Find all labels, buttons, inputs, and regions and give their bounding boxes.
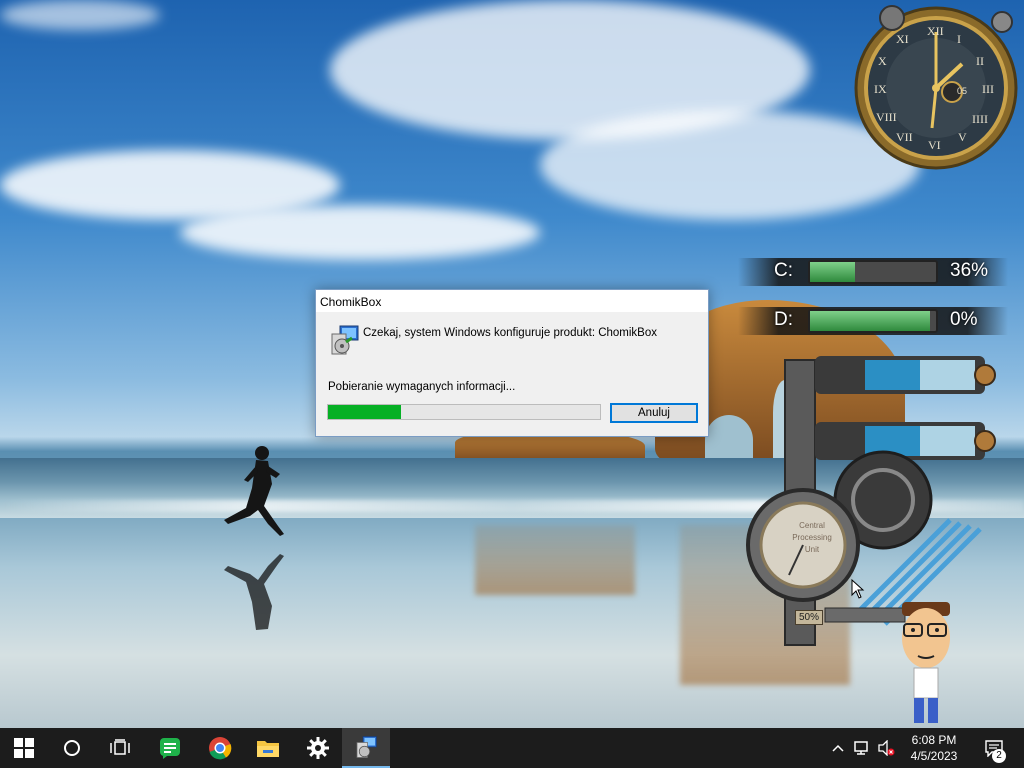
windows-logo-icon — [14, 738, 34, 758]
drive-usage-fill — [810, 311, 930, 331]
volume-tray-button[interactable] — [874, 728, 898, 768]
taskbar-clock[interactable]: 6:08 PM 4/5/2023 — [898, 732, 970, 764]
rock-reflection — [475, 525, 635, 595]
task-view-icon — [110, 739, 130, 755]
clock-numeral: IX — [874, 82, 887, 96]
dialog-titlebar[interactable]: ChomikBox — [316, 290, 708, 312]
dialog-message: Czekaj, system Windows konfiguruje produ… — [363, 327, 658, 339]
volume-muted-icon — [878, 740, 895, 756]
mouse-cursor-icon — [851, 579, 865, 599]
taskbar-date: 4/5/2023 — [910, 749, 958, 763]
gauge-face-word: Processing — [792, 533, 832, 542]
dialog-status-text: Pobieranie wymaganych informacji... — [328, 381, 516, 393]
task-view-button[interactable] — [96, 728, 144, 768]
gear-icon — [307, 737, 329, 759]
drive-usage-tube — [808, 309, 938, 333]
network-icon — [854, 741, 868, 755]
drive-percent: 36% — [950, 260, 989, 281]
installer-icon — [356, 736, 377, 758]
clock-numeral: I — [957, 32, 961, 46]
drive-d-meter[interactable]: D: 0% — [738, 303, 1008, 339]
chat-bubble-icon — [160, 738, 180, 759]
cloud — [180, 205, 540, 260]
clock-numeral: VIII — [876, 110, 897, 124]
gauge-face-text: Central Processing Unit — [782, 520, 842, 556]
runner-silhouette — [224, 446, 284, 630]
gauge-face-word: Unit — [804, 545, 820, 554]
taskbar-time: 6:08 PM — [911, 733, 957, 747]
drive-usage-tube — [808, 260, 938, 284]
start-button[interactable] — [0, 728, 48, 768]
clock-numeral: X — [878, 54, 887, 68]
clock-numeral: VI — [928, 138, 941, 152]
show-hidden-icons-button[interactable] — [828, 728, 848, 768]
installer-icon — [331, 325, 359, 355]
drive-c-meter[interactable]: C: 36% — [738, 254, 1008, 290]
taskbar-settings[interactable] — [294, 728, 342, 768]
drive-label: D: — [774, 309, 793, 330]
clock-numeral: XI — [896, 32, 909, 46]
clock-numeral: IIII — [972, 112, 988, 126]
cortana-circle-icon — [64, 740, 80, 756]
drive-percent: 0% — [950, 309, 978, 330]
steampunk-cpu-gauge-widget[interactable] — [745, 350, 1000, 650]
clock-numeral: II — [976, 54, 984, 68]
drive-usage-fill — [810, 262, 856, 282]
taskbar-chrome[interactable] — [196, 728, 244, 768]
clock-numeral: VII — [896, 130, 913, 144]
clock-seconds-readout: 05 — [957, 86, 968, 96]
action-center-button[interactable] — [978, 728, 1010, 768]
gauge-face-word: Central — [799, 521, 825, 530]
clock-numerals: XII I II III IIII V VI VII VIII IX X XI … — [852, 4, 1020, 170]
cpu-gauge-readout: 50% — [795, 610, 824, 625]
installer-dialog[interactable]: ChomikBox Czekaj, system Windows konfigu… — [315, 289, 709, 437]
clock-numeral: XII — [927, 24, 944, 38]
network-tray-button[interactable] — [850, 728, 874, 768]
drive-label: C: — [774, 260, 793, 281]
chrome-icon — [209, 737, 232, 760]
search-button[interactable] — [48, 728, 96, 768]
clock-numeral: V — [958, 130, 967, 144]
dialog-body: Czekaj, system Windows konfiguruje produ… — [316, 312, 708, 436]
chevron-up-icon — [832, 744, 844, 752]
taskbar-installer[interactable] — [342, 728, 390, 768]
taskbar-app-green[interactable] — [146, 728, 194, 768]
taskbar: 6:08 PM 4/5/2023 2 — [0, 728, 1024, 768]
clock-numeral: III — [982, 82, 994, 96]
taskbar-file-explorer[interactable] — [244, 728, 292, 768]
install-progress-fill — [328, 405, 402, 419]
notification-count-badge: 2 — [992, 749, 1006, 763]
install-progress-bar — [327, 404, 601, 420]
cloud — [0, 0, 160, 30]
dialog-title: ChomikBox — [320, 295, 382, 309]
cancel-button[interactable]: Anuluj — [610, 403, 698, 423]
folder-icon — [257, 741, 279, 757]
cartoon-character-widget[interactable] — [896, 600, 956, 725]
